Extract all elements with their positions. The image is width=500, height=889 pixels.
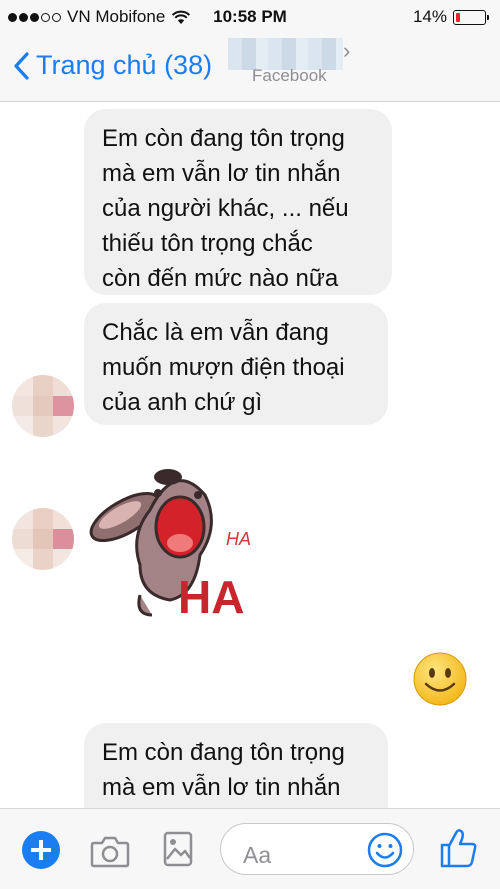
- battery-percent: 14%: [412, 7, 447, 26]
- message-line: Chắc là em vẫn đang: [102, 319, 329, 346]
- back-button[interactable]: Trang chủ (38): [12, 50, 212, 81]
- laughing-dog-sticker[interactable]: HA HA: [80, 455, 270, 625]
- camera-icon[interactable]: [90, 833, 130, 869]
- message-line: mà em vẫn lơ tin nhắn: [102, 160, 341, 187]
- message-line: Em còn đang tôn trọng: [102, 125, 345, 152]
- battery-level: [456, 12, 460, 22]
- smiley-emoji[interactable]: [412, 651, 468, 707]
- message-line: thiếu tôn trọng chắc: [102, 230, 313, 257]
- message-line: mà em vẫn lơ tin nhắn: [102, 774, 341, 801]
- avatar[interactable]: [12, 508, 74, 570]
- message-bubble[interactable]: Em còn đang tôn trọng mà em vẫn lơ tin n…: [84, 723, 388, 808]
- sticker-text-big: HA: [178, 571, 244, 623]
- message-line: của người khác, ... nếu: [102, 195, 349, 222]
- message-thread[interactable]: Em còn đang tôn trọng mà em vẫn lơ tin n…: [0, 103, 500, 808]
- status-bar: VN Mobifone 10:58 PM 14%: [0, 0, 500, 34]
- back-label: Trang chủ (38): [36, 50, 213, 80]
- chevron-left-icon: [14, 51, 29, 80]
- battery-icon: [453, 9, 489, 25]
- composer-bar: [0, 808, 500, 889]
- like-icon[interactable]: [438, 827, 478, 869]
- sticker-text-small: HA: [226, 529, 251, 549]
- battery-status: 14%: [412, 7, 489, 27]
- conversation-header: Trang chủ (38) › Facebook: [0, 34, 500, 102]
- avatar[interactable]: [12, 375, 74, 437]
- message-line: Em còn đang tôn trọng: [102, 739, 345, 766]
- emoji-icon[interactable]: [367, 832, 403, 868]
- gallery-icon[interactable]: [163, 831, 193, 867]
- message-line: còn đến mức nào nữa: [102, 265, 339, 292]
- plus-icon[interactable]: [22, 831, 60, 869]
- message-line: muốn mượn điện thoại: [102, 354, 345, 381]
- message-line: của anh chứ gì: [102, 389, 263, 416]
- message-bubble[interactable]: Em còn đang tôn trọng mà em vẫn lơ tin n…: [84, 109, 392, 295]
- conversation-subtitle: Facebook: [252, 66, 327, 85]
- message-bubble[interactable]: Chắc là em vẫn đang muốn mượn điện thoại…: [84, 303, 388, 425]
- chevron-right-icon[interactable]: ›: [343, 38, 350, 64]
